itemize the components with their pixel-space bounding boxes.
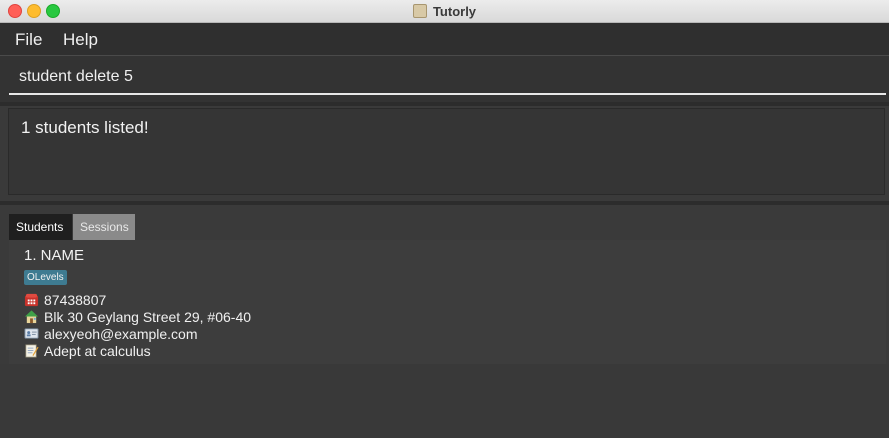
memo-icon [25,344,39,358]
title-bar: Tutorly [0,0,889,23]
email-icon [24,328,39,339]
phone-number: 87438807 [44,291,107,308]
window-title-group: Tutorly [0,0,889,22]
remark-row: Adept at calculus [24,342,151,359]
list-empty-area [0,364,889,438]
address-row: Blk 30 Geylang Street 29, #06-40 [24,308,251,325]
address: Blk 30 Geylang Street 29, #06-40 [44,308,252,325]
phone-row: 87438807 [24,291,106,308]
menu-bar: File Help [0,23,889,56]
tab-students[interactable]: Students [9,214,72,240]
student-list: 1. NAME OLevels 87438807 Blk 30 Geylang … [9,240,886,364]
command-input[interactable] [9,61,886,95]
remark: Adept at calculus [44,342,151,359]
email: alexyeoh@example.com [44,325,198,342]
menu-file[interactable]: File [15,30,42,50]
menu-help[interactable]: Help [63,30,98,50]
tab-sessions[interactable]: Sessions [73,214,135,240]
email-row: alexyeoh@example.com [24,325,198,342]
result-display: 1 students listed! [8,108,885,195]
divider [0,102,889,106]
window-title: Tutorly [432,3,477,19]
divider [0,201,889,205]
phone-icon [24,293,39,307]
student-tag: OLevels [24,270,67,285]
house-icon [24,310,39,324]
result-message: 1 students listed! [21,118,149,137]
app-icon [412,4,427,18]
student-name: 1. NAME [24,247,85,264]
command-box [0,56,889,102]
